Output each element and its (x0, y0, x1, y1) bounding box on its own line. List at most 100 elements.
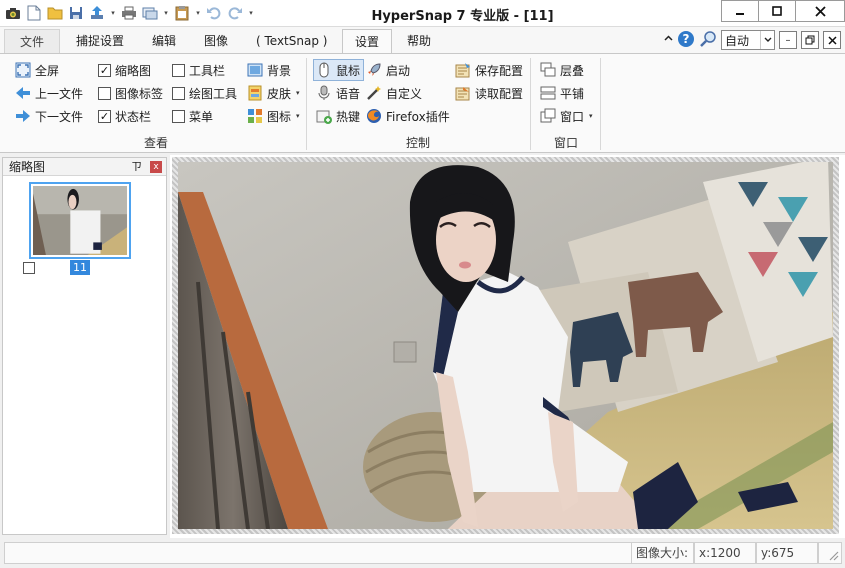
prev-file-button[interactable]: 上一文件 (15, 83, 83, 103)
cascade-button[interactable]: 层叠 (540, 60, 584, 80)
status-message (4, 542, 632, 564)
menu-check-box (172, 109, 185, 123)
image-tabs-check-box (98, 86, 111, 100)
load-config-button[interactable]: 读取配置 (455, 83, 523, 103)
maximize-button[interactable] (758, 0, 796, 22)
search-icon[interactable] (699, 30, 717, 51)
view-group-label: 查看 (143, 136, 168, 150)
draw-tools-label: 绘图工具 (189, 86, 238, 101)
chevron-down-icon[interactable] (760, 31, 774, 49)
statusbar-checkbox[interactable]: ✓ 状态栏 (98, 106, 151, 126)
window-icon (540, 108, 556, 124)
customize-button[interactable]: 自定义 (366, 83, 422, 103)
mdi-restore-button[interactable] (801, 31, 819, 49)
skin-dropdown-icon[interactable]: ▾ (296, 89, 300, 97)
status-bar: 图像大小: x:1200 y:675 (0, 538, 845, 568)
tab-settings[interactable]: 设置 (342, 29, 393, 54)
hotkey-icon (316, 108, 332, 124)
rocket-icon (366, 62, 382, 78)
statusbar-check-mark: ✓ (98, 109, 111, 123)
thumbnail-label: 缩略图 (115, 63, 152, 78)
next-file-button[interactable]: 下一文件 (15, 106, 83, 126)
skin-icon (247, 85, 263, 101)
mouse-button[interactable]: 鼠标 (313, 59, 365, 81)
menu-label: 菜单 (189, 109, 214, 124)
window-menu-button[interactable]: 窗口 ▾ (540, 106, 593, 126)
pin-icon[interactable]: ㄗ (131, 158, 142, 176)
skin-label: 皮肤 (267, 86, 292, 101)
collapse-ribbon-icon[interactable] (664, 34, 673, 46)
window-group-label: 窗口 (553, 136, 578, 150)
customize-label: 自定义 (386, 86, 423, 101)
thumbnail-panel-header: 缩略图 ㄗ x (3, 158, 166, 176)
firefox-plugin-button[interactable]: Firefox插件 (366, 106, 450, 126)
voice-button[interactable]: 语音 (316, 83, 360, 103)
save-config-label: 保存配置 (475, 63, 524, 78)
help-icon[interactable]: ? (677, 30, 695, 51)
microphone-icon (316, 85, 332, 101)
thumbnail-panel-title: 缩略图 (9, 160, 46, 174)
thumbnail-panel: 缩略图 ㄗ x 11 (2, 157, 167, 535)
icons-label: 图标 (267, 109, 292, 124)
thumbnail-checkbox[interactable]: ✓ 缩略图 (98, 60, 151, 80)
thumbnail-item[interactable] (29, 182, 131, 259)
draw-tools-checkbox[interactable]: 绘图工具 (172, 83, 237, 103)
ribbon-panel: 全屏 上一文件 下一文件 ✓ 缩略图 图像标签 ✓ 状态栏 工具栏 绘图工具 菜… (0, 53, 845, 153)
hotkey-label: 热键 (336, 109, 361, 124)
resize-grip[interactable] (818, 542, 842, 564)
tab-edit[interactable]: 编辑 (140, 29, 188, 53)
icons-dropdown-icon[interactable]: ▾ (296, 112, 300, 120)
wand-icon (366, 85, 382, 101)
tab-capture-settings[interactable]: 捕捉设置 (64, 29, 136, 53)
thumbnail-label[interactable]: 11 (70, 260, 90, 275)
icons-icon (247, 108, 263, 124)
image-tabs-checkbox[interactable]: 图像标签 (98, 83, 163, 103)
mouse-label: 鼠标 (336, 63, 361, 78)
minimize-button[interactable] (721, 0, 759, 22)
startup-button[interactable]: 启动 (366, 60, 410, 80)
tab-help[interactable]: 帮助 (395, 29, 443, 53)
mdi-minimize-button[interactable]: – (779, 31, 797, 49)
image-view-area[interactable] (170, 155, 845, 538)
tab-textsnap[interactable]: ( TextSnap ) (244, 29, 339, 53)
window-dropdown-icon[interactable]: ▾ (589, 112, 593, 120)
mdi-close-button[interactable] (823, 31, 841, 49)
skin-button[interactable]: 皮肤 ▾ (247, 83, 300, 103)
window-controls (721, 0, 845, 22)
thumbnail-select-checkbox[interactable] (23, 262, 35, 274)
tab-image[interactable]: 图像 (192, 29, 240, 53)
toolbar-checkbox[interactable]: 工具栏 (172, 60, 225, 80)
image-height-readout: y:675 (756, 542, 818, 564)
toolbar-label: 工具栏 (189, 63, 226, 78)
save-config-icon (455, 62, 471, 78)
prev-file-label: 上一文件 (35, 86, 84, 101)
load-config-icon (455, 85, 471, 101)
group-separator (306, 58, 307, 150)
firefox-plugin-label: Firefox插件 (386, 109, 450, 124)
background-button[interactable]: 背景 (247, 60, 291, 80)
tab-row-tools: ? 自动 – (664, 29, 841, 51)
save-config-button[interactable]: 保存配置 (455, 60, 523, 80)
tile-label: 平铺 (560, 86, 585, 101)
tab-file[interactable]: 文件 (4, 29, 60, 53)
statusbar-label: 状态栏 (115, 109, 152, 124)
mouse-icon (316, 62, 332, 78)
close-button[interactable] (795, 0, 845, 22)
fullscreen-icon (15, 62, 31, 78)
menu-checkbox[interactable]: 菜单 (172, 106, 213, 126)
firefox-icon (366, 108, 382, 124)
fullscreen-button[interactable]: 全屏 (15, 60, 59, 80)
panel-close-button[interactable]: x (150, 161, 162, 173)
voice-label: 语音 (336, 86, 361, 101)
group-separator (530, 58, 531, 150)
arrow-right-icon (15, 108, 31, 124)
zoom-combo-value: 自动 (725, 33, 750, 48)
hotkey-button[interactable]: 热键 (316, 106, 360, 126)
arrow-left-icon (15, 85, 31, 101)
tile-button[interactable]: 平铺 (540, 83, 584, 103)
group-separator (600, 58, 601, 150)
zoom-combo[interactable]: 自动 (721, 30, 775, 50)
icons-button[interactable]: 图标 ▾ (247, 106, 300, 126)
svg-text:?: ? (683, 32, 690, 46)
cascade-icon (540, 62, 556, 78)
